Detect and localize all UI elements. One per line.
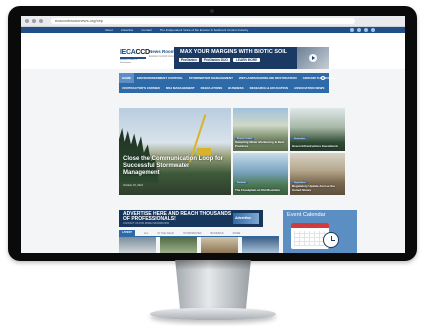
nav-erosion-sediment[interactable]: EROSION/SEDIMENT CONTROL bbox=[134, 73, 186, 83]
featured-tile-3[interactable]: Wetlands The Floodplain at Old Mountain bbox=[233, 153, 288, 195]
nav-around-world[interactable]: AROUND THE WORLD bbox=[300, 73, 338, 83]
browser-bar: ecacontractornews.org/cep bbox=[21, 16, 405, 27]
featured-title[interactable]: Close the Communication Loop for Success… bbox=[123, 156, 223, 177]
banner-brand-1: ProGanics bbox=[179, 58, 199, 62]
banner-video[interactable] bbox=[297, 47, 329, 69]
monitor: ecacontractornews.org/cep About Advertis… bbox=[8, 6, 417, 261]
play-icon[interactable] bbox=[309, 54, 317, 62]
nav-contractors-corner[interactable]: CONTRACTOR'S CORNER bbox=[119, 83, 163, 93]
event-calendar-widget[interactable]: Event Calendar bbox=[283, 210, 357, 253]
monitor-base bbox=[150, 308, 276, 320]
tab-stormwater[interactable]: STORMWATER bbox=[183, 232, 201, 235]
twitter-icon[interactable] bbox=[357, 28, 361, 32]
camera-icon bbox=[210, 9, 214, 13]
logo-suffix: CCD bbox=[135, 49, 151, 56]
tab-latest[interactable]: LATEST bbox=[119, 230, 135, 236]
logo-text: IECA bbox=[120, 49, 136, 56]
logo-tagline: Erosion Control & Stormwater bbox=[120, 59, 138, 64]
site-header: IECACCD Erosion Control & Stormwater New… bbox=[21, 33, 405, 69]
featured-tile-4[interactable]: Regulations Regulatory Update Across the… bbox=[290, 153, 345, 195]
nav-research[interactable]: RESEARCH & EDUCATION bbox=[247, 83, 291, 93]
featured-tile-1[interactable]: Erosion Control Sampling Water Monitorin… bbox=[233, 108, 288, 151]
tile-tag: Stormwater bbox=[292, 138, 308, 140]
tile-caption[interactable]: Green Infrastructure Investment bbox=[292, 144, 342, 148]
header-banner-ad[interactable]: MAX YOUR MARGINS WITH BIOTIC SOIL ProGan… bbox=[174, 47, 329, 69]
article-thumbnails bbox=[119, 237, 279, 253]
advertise-sub: CONTACT US FOR MORE INFORMATION bbox=[123, 222, 170, 225]
site-logo[interactable]: IECACCD Erosion Control & Stormwater bbox=[120, 49, 150, 64]
tile-caption[interactable]: The Floodplain at Old Mountain bbox=[235, 188, 285, 192]
article-thumbnail[interactable] bbox=[242, 237, 279, 253]
clock-icon bbox=[323, 232, 339, 248]
tile-tag: Wetlands bbox=[235, 182, 249, 184]
nav-ms4[interactable]: MS4 MANAGEMENT bbox=[163, 83, 198, 93]
article-thumbnail[interactable] bbox=[119, 237, 156, 253]
screen: ecacontractornews.org/cep About Advertis… bbox=[21, 16, 405, 253]
main-nav: HOME EROSION/SEDIMENT CONTROL STORMWATER… bbox=[119, 73, 335, 93]
window-controls bbox=[25, 19, 43, 23]
nav-association[interactable]: ASSOCIATION NEWS bbox=[291, 83, 327, 93]
featured-tile-2[interactable]: Stormwater Green Infrastructure Investme… bbox=[290, 108, 345, 151]
advertise-banner[interactable]: ADVERTISE HERE AND REACH THOUSANDS OF PR… bbox=[119, 210, 263, 227]
nav-business[interactable]: BUSINESS bbox=[225, 83, 246, 93]
tile-caption[interactable]: Sampling Water Monitoring & Best Practic… bbox=[235, 140, 285, 148]
forward-icon[interactable] bbox=[32, 19, 36, 23]
nav-stormwater[interactable]: STORMWATER MANAGEMENT bbox=[186, 73, 236, 83]
search-icon[interactable] bbox=[371, 28, 375, 32]
tile-caption[interactable]: Regulatory Update Across the United Stat… bbox=[292, 184, 342, 192]
reload-icon[interactable] bbox=[39, 19, 43, 23]
nav-row-2: CONTRACTOR'S CORNER MS4 MANAGEMENT REGUL… bbox=[119, 83, 327, 93]
tab-business[interactable]: BUSINESS bbox=[210, 232, 223, 235]
tab-in-the-field[interactable]: IN THE FIELD bbox=[158, 232, 175, 235]
linkedin-icon[interactable] bbox=[364, 28, 368, 32]
social-links bbox=[350, 28, 375, 32]
nav-regulations[interactable]: REGULATIONS bbox=[198, 83, 226, 93]
featured-article[interactable]: Close the Communication Loop for Success… bbox=[119, 108, 231, 195]
featured-date: October 15, 2021 bbox=[123, 184, 144, 187]
facebook-icon[interactable] bbox=[350, 28, 354, 32]
banner-brand-2: ProGanics DUO bbox=[201, 58, 230, 62]
banner-headline: MAX YOUR MARGINS WITH BIOTIC SOIL bbox=[180, 49, 288, 55]
article-thumbnail[interactable] bbox=[201, 237, 238, 253]
article-thumbnail[interactable] bbox=[160, 237, 197, 253]
banner-cta-button[interactable]: LEARN MORE bbox=[232, 58, 261, 62]
nav-wetlands[interactable]: WETLANDS/SHORELINE RESTORATION bbox=[236, 73, 300, 83]
advertise-headline: ADVERTISE HERE AND REACH THOUSANDS OF PR… bbox=[123, 211, 232, 222]
address-bar[interactable]: ecacontractornews.org/cep bbox=[51, 18, 355, 24]
nav-home[interactable]: HOME bbox=[119, 73, 134, 83]
advertise-image-label: Advertise bbox=[235, 216, 251, 220]
nav-search-icon[interactable] bbox=[321, 76, 325, 80]
article-tabs: LATEST ALL IN THE FIELD STORMWATER BUSIN… bbox=[119, 230, 279, 237]
tab-all[interactable]: ALL bbox=[144, 232, 149, 235]
event-calendar-title: Event Calendar bbox=[287, 212, 326, 218]
tab-more[interactable]: MORE bbox=[233, 232, 241, 235]
nav-row-1: HOME EROSION/SEDIMENT CONTROL STORMWATER… bbox=[119, 73, 338, 83]
advertise-image: Advertise bbox=[233, 213, 259, 224]
back-icon[interactable] bbox=[25, 19, 29, 23]
